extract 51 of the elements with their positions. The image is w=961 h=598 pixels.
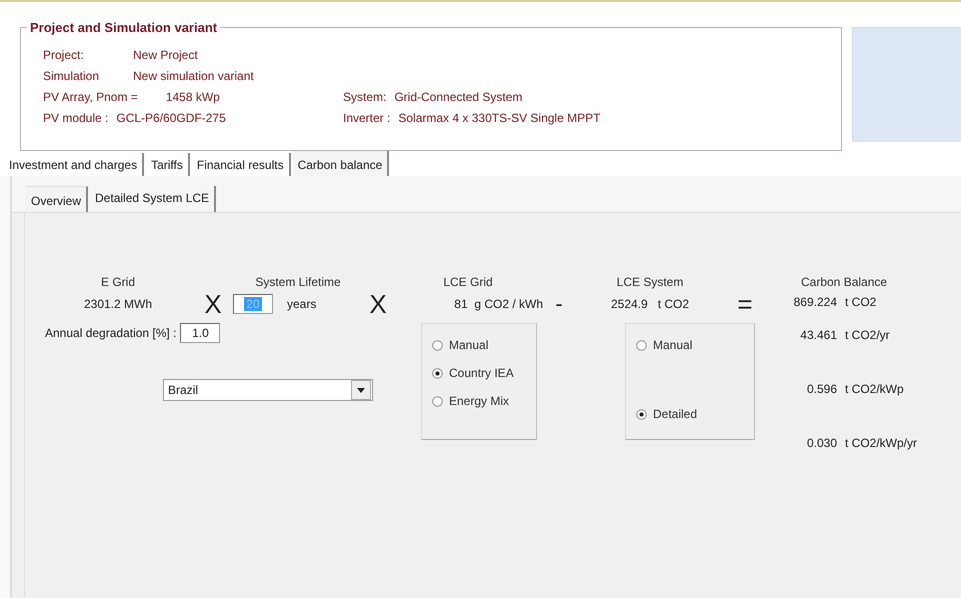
field-label: Annual degradation [%] :: [45, 326, 176, 340]
operator-text: X: [204, 291, 222, 317]
radio-label: Detailed: [653, 407, 698, 421]
column-label: System Lifetime: [255, 275, 341, 289]
radio-button[interactable]: [636, 340, 647, 350]
field-value: Solarmax 4 x 330TS-SV Single MPPT: [398, 110, 600, 124]
radio-label: Manual: [653, 338, 692, 352]
tab[interactable]: Carbon balance: [292, 150, 390, 176]
operator-text: -: [555, 293, 563, 315]
radio-button[interactable]: [432, 396, 443, 406]
unit-text: t CO2/kWp/yr: [845, 436, 918, 452]
unit-text: years: [287, 297, 316, 311]
field-label: Inverter :: [343, 110, 390, 124]
field-label: Simulation: [43, 68, 100, 82]
value-text: 869.224: [794, 295, 837, 311]
column-label: LCE System: [616, 275, 684, 289]
radio-label: Manual: [449, 338, 488, 352]
value-text: 2524.9 t CO2: [610, 297, 690, 311]
tab[interactable]: Detailed System LCE: [90, 186, 216, 212]
field-value: New Project: [133, 48, 198, 62]
panel-title: Project and Simulation variant: [27, 20, 220, 35]
field-value: GCL-P6/60GDF-275: [116, 110, 226, 124]
value-text: 0.030: [806, 436, 837, 452]
unit-text: t CO2/kWp: [845, 382, 905, 398]
field-label: PV module :: [43, 110, 108, 124]
column-label: Carbon Balance: [801, 275, 888, 289]
operator-text: =: [737, 291, 753, 317]
operator-text: X: [369, 291, 387, 317]
country-dropdown[interactable]: Brazil: [163, 379, 373, 401]
field-label: Project:: [43, 48, 85, 62]
value-text: 43.461: [800, 328, 837, 344]
radio-label: Energy Mix: [449, 394, 510, 408]
radio-label: Country IEA: [449, 366, 514, 380]
radio-button[interactable]: [432, 368, 443, 378]
column-label: E Grid: [100, 275, 135, 289]
dropdown-arrow-icon: [357, 388, 365, 392]
field-value: Grid-Connected System: [394, 90, 522, 104]
field-value: New simulation variant: [133, 68, 254, 82]
field-label: System:: [343, 90, 386, 104]
unit-text: t CO2: [845, 295, 878, 311]
unit-text: t CO2/yr: [845, 328, 891, 344]
tab[interactable]: Overview: [26, 186, 88, 212]
input-field[interactable]: 1.0: [180, 323, 220, 343]
value-text: 0.596: [806, 382, 837, 398]
column-label: LCE Grid: [443, 275, 493, 289]
field-label: PV Array, Pnom =: [43, 90, 138, 104]
value-text: 2301.2 MWh: [84, 297, 152, 311]
radio-button[interactable]: [636, 408, 647, 420]
value-text: 81 g CO2 / kWh: [454, 297, 543, 311]
field-value: 1458 kWp: [166, 90, 220, 104]
radio-button[interactable]: [432, 340, 443, 350]
